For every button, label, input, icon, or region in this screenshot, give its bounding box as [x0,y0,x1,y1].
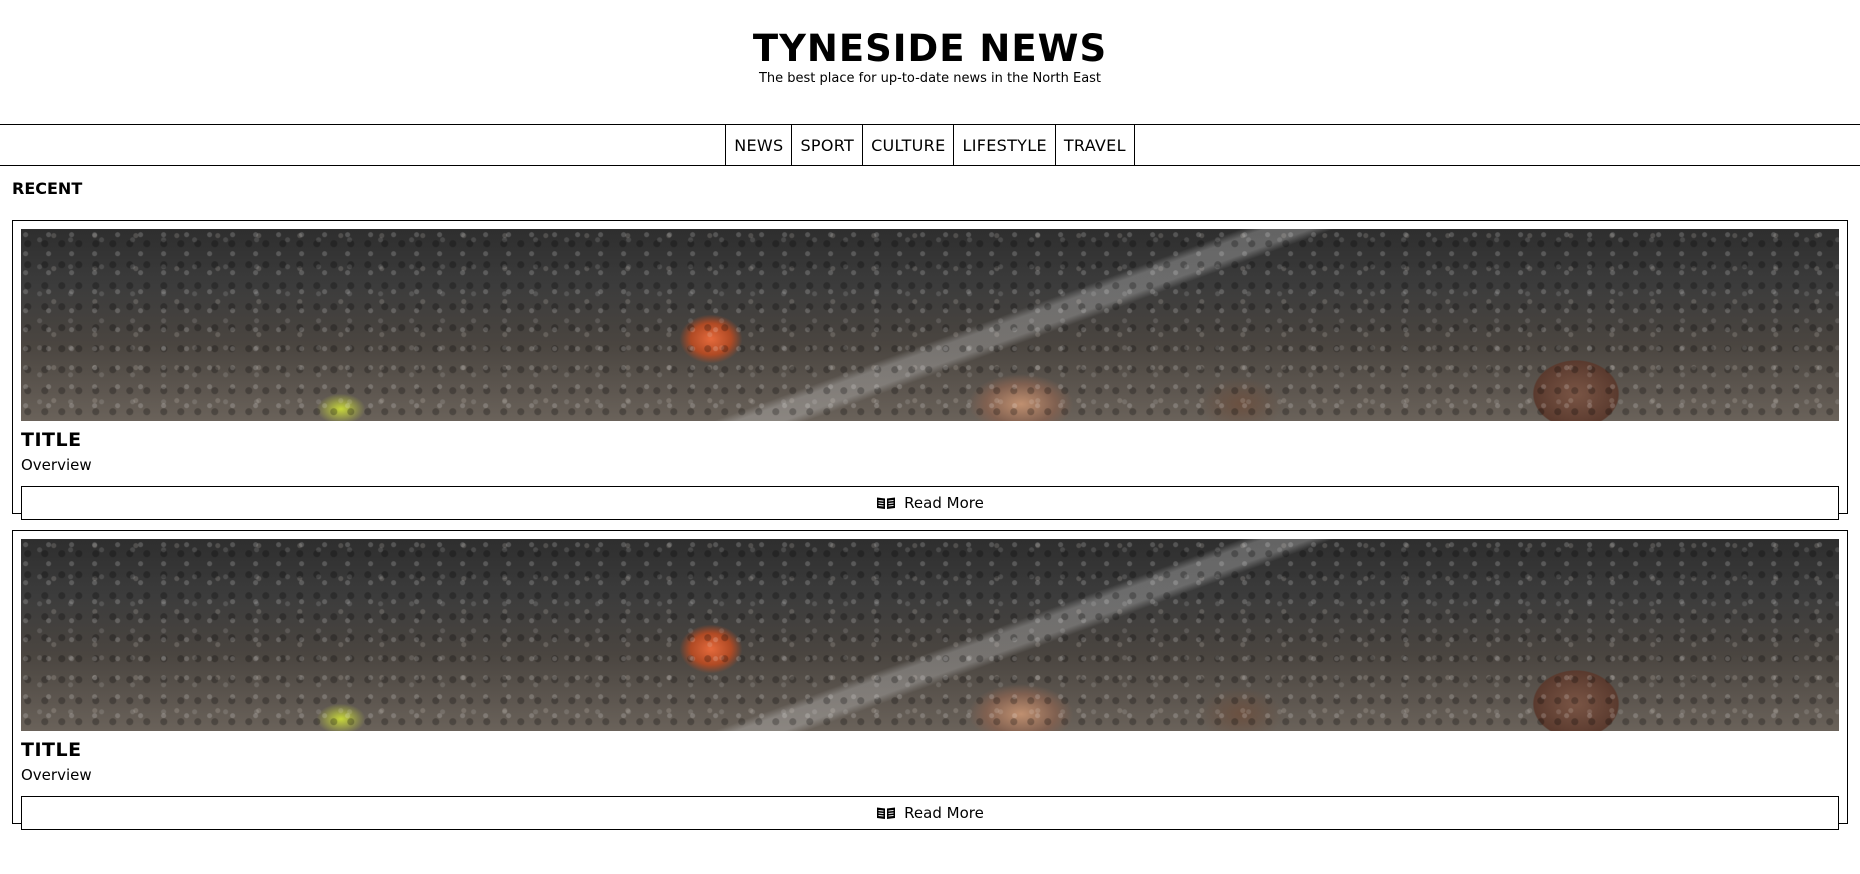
article-card: TITLE Overview Read More [12,220,1848,520]
article-overview: Overview [21,766,92,784]
open-book-icon [876,496,896,510]
article-list: TITLE Overview Read More TITLE Overview [0,220,1860,830]
nav-item-sport[interactable]: SPORT [792,125,864,165]
site-title: TYNESIDE NEWS [752,27,1108,70]
article-image [21,539,1839,731]
open-book-icon [876,806,896,820]
recent-heading: RECENT [12,179,83,198]
read-more-label: Read More [904,494,984,512]
main-content: RECENT TITLE Overview Read More TITLE Ov… [0,166,1860,830]
main-navigation: NEWS SPORT CULTURE LIFESTYLE TRAVEL [0,124,1860,166]
nav-list: NEWS SPORT CULTURE LIFESTYLE TRAVEL [725,125,1135,165]
site-header: TYNESIDE NEWS The best place for up-to-d… [0,0,1860,124]
nav-item-news[interactable]: NEWS [726,125,793,165]
article-title: TITLE [21,739,82,761]
read-more-label: Read More [904,804,984,822]
read-more-button[interactable]: Read More [21,796,1839,830]
nav-item-lifestyle[interactable]: LIFESTYLE [954,125,1056,165]
nav-item-travel[interactable]: TRAVEL [1056,125,1135,165]
article-title: TITLE [21,429,82,451]
read-more-button[interactable]: Read More [21,486,1839,520]
article-image [21,229,1839,421]
nav-item-culture[interactable]: CULTURE [863,125,955,165]
article-overview: Overview [21,456,92,474]
article-card: TITLE Overview Read More [12,530,1848,830]
site-tagline: The best place for up-to-date news in th… [758,71,1102,86]
